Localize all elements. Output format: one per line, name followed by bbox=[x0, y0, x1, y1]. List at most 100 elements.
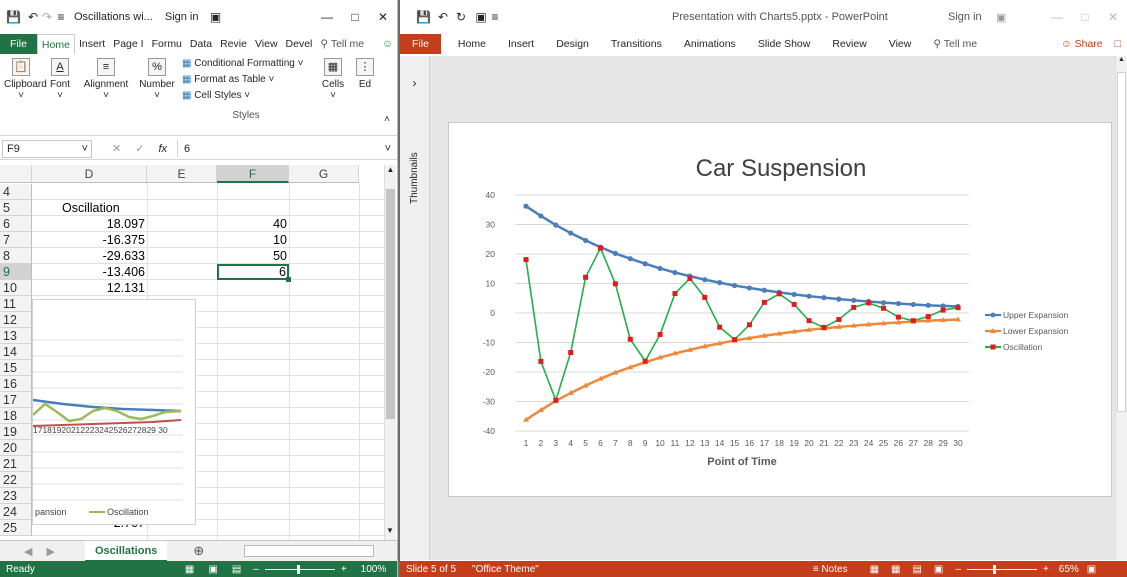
scroll-up-icon[interactable]: ▲ bbox=[1116, 56, 1127, 68]
notes-button[interactable]: ≡ Notes bbox=[813, 564, 848, 575]
row-header-10[interactable]: 10 bbox=[0, 280, 32, 296]
tab-animations[interactable]: Animations bbox=[673, 34, 747, 54]
customize-qat-icon[interactable]: ≡ bbox=[54, 10, 68, 24]
editing-group[interactable]: ⋮ Ed bbox=[352, 58, 378, 90]
maximize-icon[interactable]: □ bbox=[341, 10, 369, 24]
zoom-in-icon[interactable]: + bbox=[341, 564, 347, 575]
thumbnails-pane[interactable]: › Thumbnails bbox=[400, 56, 430, 560]
column-header-f[interactable]: F bbox=[217, 165, 289, 183]
tell-me[interactable]: ⚲ Tell me bbox=[316, 34, 368, 54]
collapse-ribbon-icon[interactable]: ˄ bbox=[380, 114, 394, 125]
expand-formula-icon[interactable]: ˅ bbox=[385, 143, 391, 155]
save-icon[interactable]: 💾 bbox=[416, 10, 431, 24]
tab-transitions[interactable]: Transitions bbox=[600, 34, 673, 54]
tab-page-layout[interactable]: Page I bbox=[109, 34, 147, 54]
zoom-slider[interactable] bbox=[264, 564, 335, 574]
minimize-icon[interactable]: — bbox=[313, 10, 341, 24]
customize-qat-icon[interactable]: ≡ bbox=[488, 10, 502, 24]
ppt-signin[interactable]: Sign in bbox=[948, 11, 982, 23]
name-box-dropdown-icon[interactable]: ˅ bbox=[82, 141, 91, 157]
tab-home[interactable]: Home bbox=[36, 34, 75, 54]
cell-f6[interactable]: 40 bbox=[217, 216, 287, 232]
row-header-24[interactable]: 24 bbox=[0, 504, 32, 520]
cell-d5[interactable]: Oscillation bbox=[62, 200, 120, 216]
row-header-19[interactable]: 19 bbox=[0, 424, 32, 440]
maximize-icon[interactable]: □ bbox=[1071, 10, 1099, 24]
font-group[interactable]: A Font ˅ bbox=[46, 58, 74, 101]
share-button[interactable]: ☺ Share bbox=[1050, 34, 1109, 54]
cell-d7[interactable]: -16.375 bbox=[32, 232, 145, 248]
select-all-corner[interactable] bbox=[0, 165, 32, 183]
tab-review[interactable]: Review bbox=[821, 34, 877, 54]
format-as-table-button[interactable]: ▦ Format as Table ˅ bbox=[182, 74, 310, 90]
excel-vertical-scrollbar[interactable]: ▲ ▼ bbox=[384, 165, 396, 540]
close-icon[interactable]: ✕ bbox=[369, 10, 397, 24]
tab-view[interactable]: View bbox=[251, 34, 282, 54]
fill-handle[interactable] bbox=[286, 277, 291, 282]
row-header-6[interactable]: 6 bbox=[0, 216, 32, 232]
tab-file[interactable]: File bbox=[400, 34, 441, 54]
tab-formulas[interactable]: Formu bbox=[148, 34, 186, 54]
tab-file[interactable]: File bbox=[0, 34, 37, 54]
embedded-chart[interactable]: 17181920212223242526272829 30 pansion Os… bbox=[32, 299, 196, 525]
account-icon[interactable]: ☺ bbox=[378, 34, 397, 54]
row-header-20[interactable]: 20 bbox=[0, 440, 32, 456]
scroll-up-icon[interactable]: ▲ bbox=[385, 165, 396, 179]
save-icon[interactable]: 💾 bbox=[6, 10, 21, 24]
tab-view[interactable]: View bbox=[878, 34, 923, 54]
slide-sorter-icon[interactable]: ▦ bbox=[891, 564, 900, 575]
row-header-25[interactable]: 25 bbox=[0, 520, 32, 536]
conditional-formatting-button[interactable]: ▦ Conditional Formatting ˅ bbox=[182, 58, 310, 74]
slide-show-icon[interactable]: ▣ bbox=[934, 564, 943, 575]
slide-5[interactable]: Car Suspension 40 30 20 10 0 -10 -20 -30 -40 1 2 3 4 5… bbox=[448, 122, 1112, 497]
horizontal-scrollbar[interactable] bbox=[244, 545, 375, 557]
ribbon-options-icon[interactable]: ▣ bbox=[996, 11, 1006, 24]
cell-f7[interactable]: 10 bbox=[217, 232, 287, 248]
normal-view-icon[interactable]: ▦ bbox=[185, 564, 194, 575]
tab-design[interactable]: Design bbox=[545, 34, 600, 54]
clipboard-group[interactable]: 📋 Clipboard ˅ bbox=[4, 58, 47, 101]
cell-d9[interactable]: -13.406 bbox=[32, 264, 145, 280]
enter-icon[interactable]: ✓ bbox=[135, 142, 144, 155]
cancel-icon[interactable]: ✕ bbox=[112, 142, 121, 155]
page-break-icon[interactable]: ▤ bbox=[232, 564, 241, 575]
row-header-5[interactable]: 5 bbox=[0, 200, 32, 216]
repeat-icon[interactable]: ↻ bbox=[454, 10, 468, 24]
cells-group[interactable]: ▦ Cells ˅ bbox=[318, 58, 348, 101]
scroll-thumb[interactable] bbox=[1117, 72, 1126, 412]
minimize-icon[interactable]: — bbox=[1043, 10, 1071, 24]
undo-icon[interactable]: ↶ bbox=[26, 10, 40, 24]
expand-thumbnails-icon[interactable]: › bbox=[400, 76, 429, 90]
row-header-21[interactable]: 21 bbox=[0, 456, 32, 472]
scroll-thumb[interactable] bbox=[386, 189, 395, 419]
tab-insert[interactable]: Insert bbox=[497, 34, 545, 54]
zoom-level[interactable]: 65% bbox=[1059, 564, 1079, 575]
row-header-14[interactable]: 14 bbox=[0, 344, 32, 360]
normal-view-icon[interactable]: ▦ bbox=[870, 564, 879, 575]
ppt-vertical-scrollbar[interactable]: ▲ bbox=[1115, 56, 1127, 560]
cell-d10[interactable]: 12.131 bbox=[32, 280, 145, 296]
row-header-17[interactable]: 17 bbox=[0, 392, 32, 408]
tab-insert[interactable]: Insert bbox=[75, 34, 109, 54]
tab-developer[interactable]: Devel bbox=[282, 34, 317, 54]
worksheet-grid[interactable]: D E F G 4 5 6 7 8 9 10 11 12 13 14 15 16 17 18 19 20 21 22… bbox=[0, 165, 397, 540]
row-header-13[interactable]: 13 bbox=[0, 328, 32, 344]
row-header-18[interactable]: 18 bbox=[0, 408, 32, 424]
comments-icon[interactable]: □ bbox=[1109, 34, 1127, 54]
cell-f8[interactable]: 50 bbox=[217, 248, 287, 264]
new-sheet-icon[interactable]: ⊕ bbox=[193, 543, 204, 559]
row-header-7[interactable]: 7 bbox=[0, 232, 32, 248]
reading-view-icon[interactable]: ▤ bbox=[912, 564, 921, 575]
tell-me[interactable]: ⚲ Tell me bbox=[922, 34, 988, 54]
cell-f9-selected[interactable]: 6 bbox=[217, 264, 289, 280]
insert-function-icon[interactable]: fx bbox=[158, 143, 167, 155]
row-header-15[interactable]: 15 bbox=[0, 360, 32, 376]
row-header-16[interactable]: 16 bbox=[0, 376, 32, 392]
column-header-d[interactable]: D bbox=[32, 165, 147, 183]
page-layout-icon[interactable]: ▣ bbox=[208, 564, 217, 575]
row-header-11[interactable]: 11 bbox=[0, 296, 32, 312]
excel-signin[interactable]: Sign in bbox=[165, 11, 199, 23]
ribbon-options-icon[interactable]: ▣ bbox=[209, 10, 223, 24]
prev-sheet-icon[interactable]: ◀ bbox=[24, 545, 32, 558]
close-icon[interactable]: ✕ bbox=[1099, 10, 1127, 24]
